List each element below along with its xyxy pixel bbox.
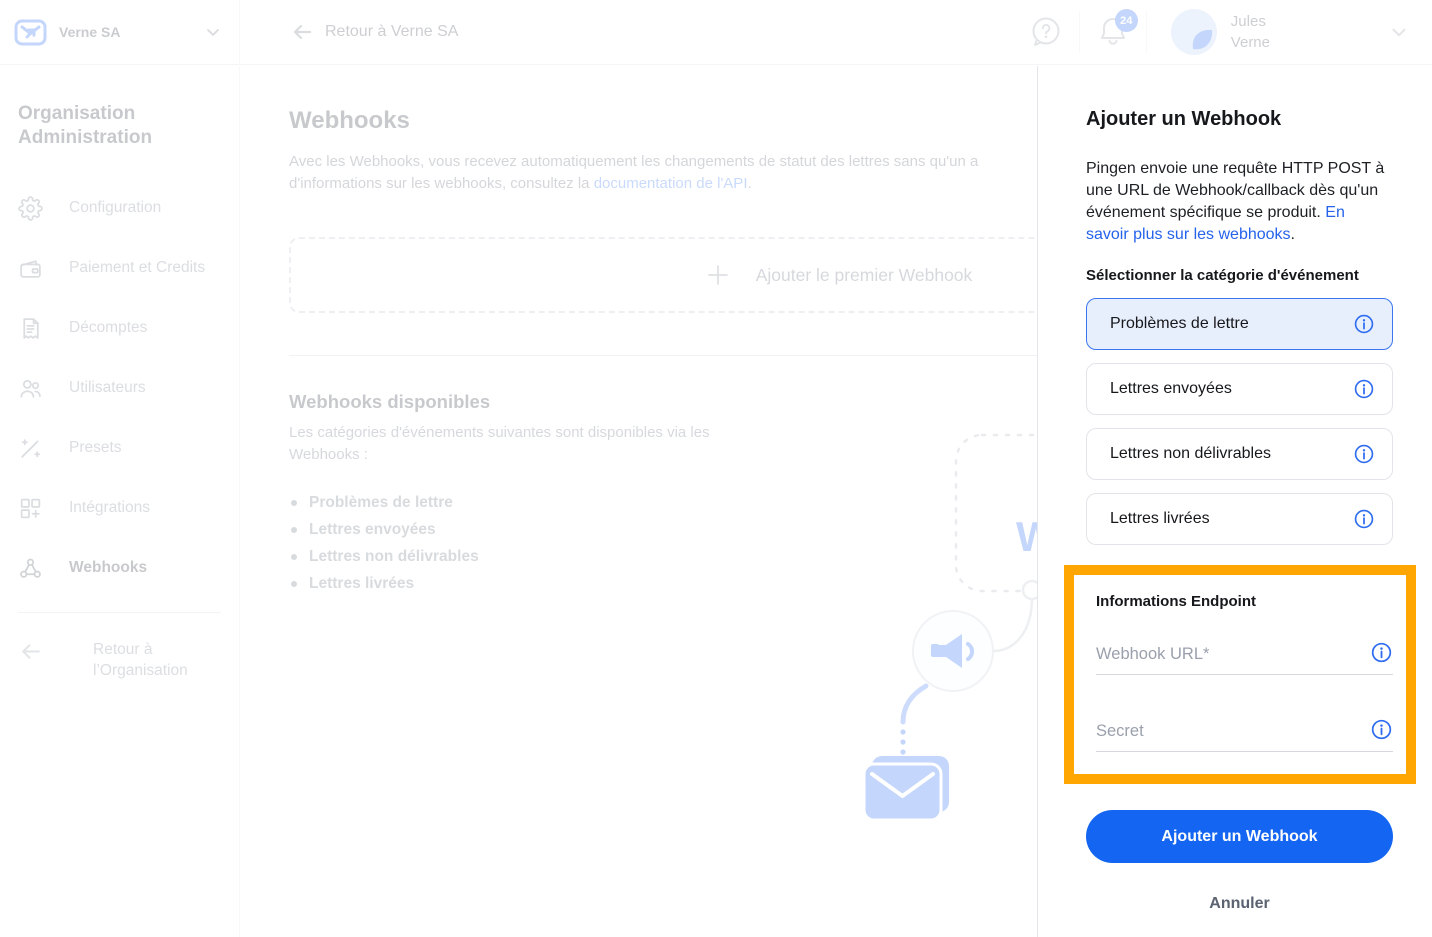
info-icon[interactable]	[1370, 718, 1393, 741]
info-icon[interactable]	[1353, 443, 1375, 465]
webhook-url-field-row	[1096, 641, 1393, 675]
add-webhook-submit-button[interactable]: Ajouter un Webhook	[1086, 810, 1393, 863]
cancel-button[interactable]: Annuler	[1086, 895, 1393, 913]
info-icon[interactable]	[1353, 313, 1375, 335]
info-icon[interactable]	[1370, 641, 1393, 664]
info-icon[interactable]	[1353, 378, 1375, 400]
category-option-lettres-non-delivrables[interactable]: Lettres non délivrables	[1086, 428, 1393, 480]
category-section-label: Sélectionner la catégorie d'événement	[1086, 267, 1359, 284]
webhook-url-input[interactable]	[1096, 645, 1360, 664]
app-window: Verne SA Retour à Verne SA	[0, 0, 1432, 937]
endpoint-highlight-box: Informations Endpoint	[1064, 565, 1416, 784]
secret-field-row	[1096, 718, 1393, 752]
endpoint-section-title: Informations Endpoint	[1096, 593, 1256, 610]
secret-input[interactable]	[1096, 722, 1360, 741]
category-option-lettres-livrees[interactable]: Lettres livrées	[1086, 493, 1393, 545]
drawer-title: Ajouter un Webhook	[1086, 108, 1282, 130]
add-webhook-drawer: Ajouter un Webhook Pingen envoie une req…	[1037, 66, 1432, 937]
category-option-problemes-de-lettre[interactable]: Problèmes de lettre	[1086, 298, 1393, 350]
category-option-lettres-envoyees[interactable]: Lettres envoyées	[1086, 363, 1393, 415]
info-icon[interactable]	[1353, 508, 1375, 530]
drawer-description: Pingen envoie une requête HTTP POST à un…	[1086, 160, 1385, 243]
